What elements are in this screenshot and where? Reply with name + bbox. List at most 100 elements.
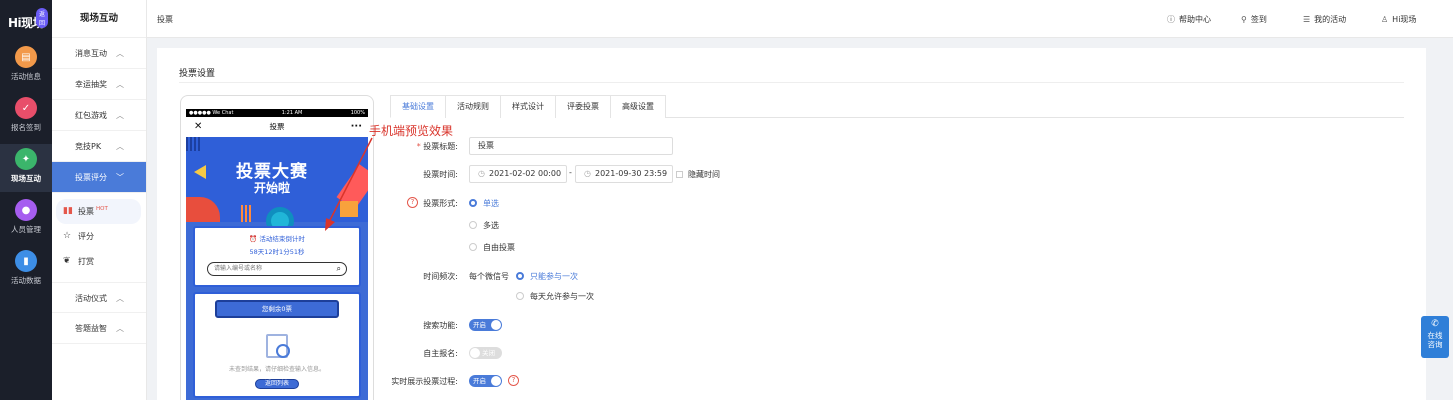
subnav-item-label: 消息互动	[75, 49, 107, 58]
frequency-label: 时间频次:	[423, 272, 458, 281]
time-label: 投票时间:	[423, 170, 458, 179]
start-date-input[interactable]: ◷ 2021-02-02 00:00	[469, 165, 567, 183]
back-badge[interactable]: 返回	[36, 8, 49, 28]
info-icon: ⓘ	[1167, 15, 1175, 24]
rail-label: 活动信息	[11, 72, 41, 81]
self-signup-toggle[interactable]: 关闭	[469, 347, 502, 359]
subnav-item-redpacket[interactable]: 红包游戏 ︿	[52, 100, 146, 131]
page-title: 投票设置	[179, 69, 216, 79]
hot-badge: HOT	[96, 206, 108, 212]
signin-label: 签到	[1250, 15, 1267, 24]
end-date-value: 2021-09-30 23:59	[594, 169, 668, 178]
radio-label: 单选	[483, 199, 499, 208]
radio-dot	[516, 292, 524, 300]
radio-daily[interactable]: 每天允许参与一次	[516, 291, 594, 302]
subnav-item-quiz[interactable]: 答题益智 ︿	[52, 313, 146, 344]
help-center-link[interactable]: ⓘ 帮助中心	[1167, 14, 1211, 25]
radio-dot	[469, 243, 477, 251]
rail-item-interaction[interactable]: ✦ 现场互动	[0, 144, 52, 192]
radio-single[interactable]: 单选	[469, 198, 499, 209]
toggle-label: 开启	[473, 321, 486, 329]
hide-time-label: 隐藏时间	[688, 170, 720, 179]
rail-label: 现场互动	[11, 174, 41, 183]
chevron-up-icon: ︿	[116, 324, 124, 333]
phone-header-title: 投票	[269, 122, 285, 131]
empty-text: 未查到结果，请仔细检查输入信息。	[228, 366, 325, 373]
radio-once[interactable]: 只能参与一次	[516, 271, 578, 282]
my-events-label: 我的活动	[1314, 15, 1347, 24]
search-row: 搜索功能:	[390, 316, 458, 334]
radio-label: 多选	[483, 221, 499, 230]
rail-label: 活动数据	[11, 276, 41, 285]
subnav-sub-label: 投票	[78, 207, 94, 216]
tab-rules[interactable]: 活动规则	[445, 95, 501, 118]
banner-decoration	[241, 205, 253, 222]
rail-item-signup[interactable]: ✓ 报名签到	[0, 93, 52, 141]
subnav-item-ceremony[interactable]: 活动仪式 ︿	[52, 282, 146, 313]
subnav-item-messages[interactable]: 消息互动 ︿	[52, 38, 146, 69]
frequency-prefix: 每个微信号	[469, 272, 509, 281]
status-time: 1:21 AM	[281, 110, 303, 116]
star-icon: ☆	[63, 231, 72, 241]
close-icon: ✕	[194, 121, 203, 132]
radio-label: 只能参与一次	[530, 272, 578, 281]
realtime-toggle[interactable]: 开启	[469, 375, 502, 387]
chevron-up-icon: ︿	[116, 49, 124, 58]
self-signup-row: 自主报名:	[390, 344, 458, 362]
radio-dot	[469, 199, 477, 207]
banner-decoration	[186, 137, 200, 151]
rail-item-event-info[interactable]: ▤ 活动信息	[0, 42, 52, 90]
signin-link[interactable]: ⚲ 签到	[1241, 14, 1267, 25]
hide-time-checkbox[interactable]: 隐藏时间	[676, 169, 720, 180]
radio-multi[interactable]: 多选	[469, 220, 499, 231]
subnav-sub-reward[interactable]: ❦ 打赏	[52, 249, 146, 274]
secondary-nav: 现场互动 消息互动 ︿ 幸运抽奖 ︿ 红包游戏 ︿ 竞技PK ︿ 投票评分 ﹀ ▮▮ 投票 H…	[52, 0, 147, 400]
settings-tabs: 基础设置 活动规则 样式设计 评委投票 高级设置	[390, 95, 1404, 118]
title-input[interactable]: 投票	[469, 137, 673, 155]
tab-judges[interactable]: 评委投票	[555, 95, 611, 118]
radio-free[interactable]: 自由投票	[469, 242, 515, 253]
bar-chart-icon: ▮▮	[63, 206, 73, 216]
app-logo[interactable]: Hi现场 返回	[8, 8, 49, 30]
subnav-sub-vote[interactable]: ▮▮ 投票 HOT	[56, 199, 141, 224]
countdown-label-text: 活动结束倒计时	[259, 235, 305, 243]
rail-item-people[interactable]: ● 人员管理	[0, 195, 52, 243]
annotation-arrow	[325, 137, 373, 231]
phone-search-input[interactable]: 请输入编号或名称 ⌕	[207, 262, 347, 276]
search-toggle[interactable]: 开启	[469, 319, 502, 331]
alarm-icon: ⏰	[249, 235, 260, 243]
phone-header: ✕ 投票 ···	[186, 117, 368, 137]
clock-icon: ◷	[478, 169, 485, 178]
consult-line2: 咨询	[1427, 340, 1443, 349]
vote-list-box: 您剩余0票 未查到结果，请仔细检查输入信息。 返回列表	[193, 292, 361, 398]
divider	[179, 82, 1404, 83]
realtime-label: 实时展示投票过程:	[391, 377, 458, 386]
subnav-sub-score[interactable]: ☆ 评分	[52, 224, 146, 249]
date-separator: -	[569, 168, 572, 177]
subnav-item-pk[interactable]: 竞技PK ︿	[52, 131, 146, 162]
radio-label: 自由投票	[483, 243, 515, 252]
list-icon: ☰	[1303, 15, 1311, 24]
user-name: Hi现场	[1392, 15, 1417, 24]
search-label: 搜索功能:	[423, 321, 458, 330]
question-icon[interactable]: ?	[508, 375, 519, 386]
banner-decoration	[194, 165, 206, 179]
top-bar: 投票 ⓘ 帮助中心 ⚲ 签到 ☰ 我的活动 ♙ Hi现场	[147, 0, 1453, 38]
back-to-list-button[interactable]: 返回列表	[255, 379, 299, 389]
tab-advanced[interactable]: 高级设置	[610, 95, 666, 118]
rail-item-data[interactable]: ▮ 活动数据	[0, 246, 52, 294]
my-events-link[interactable]: ☰ 我的活动	[1303, 14, 1346, 25]
end-date-input[interactable]: ◷ 2021-09-30 23:59	[575, 165, 673, 183]
help-center-label: 帮助中心	[1179, 15, 1211, 24]
subnav-item-label: 活动仪式	[75, 294, 107, 303]
title-label: * 投票标题:	[390, 141, 458, 152]
online-consult-button[interactable]: ✆ 在线 咨询	[1421, 316, 1449, 358]
toggle-knob	[470, 348, 480, 358]
tab-style[interactable]: 样式设计	[500, 95, 556, 118]
tab-basic[interactable]: 基础设置	[390, 95, 446, 118]
subnav-item-lottery[interactable]: 幸运抽奖 ︿	[52, 69, 146, 100]
document-icon: ▤	[15, 46, 37, 68]
user-menu[interactable]: ♙ Hi现场	[1381, 14, 1416, 25]
remaining-votes-button[interactable]: 您剩余0票	[215, 300, 339, 318]
subnav-item-vote-score[interactable]: 投票评分 ﹀	[52, 162, 146, 193]
